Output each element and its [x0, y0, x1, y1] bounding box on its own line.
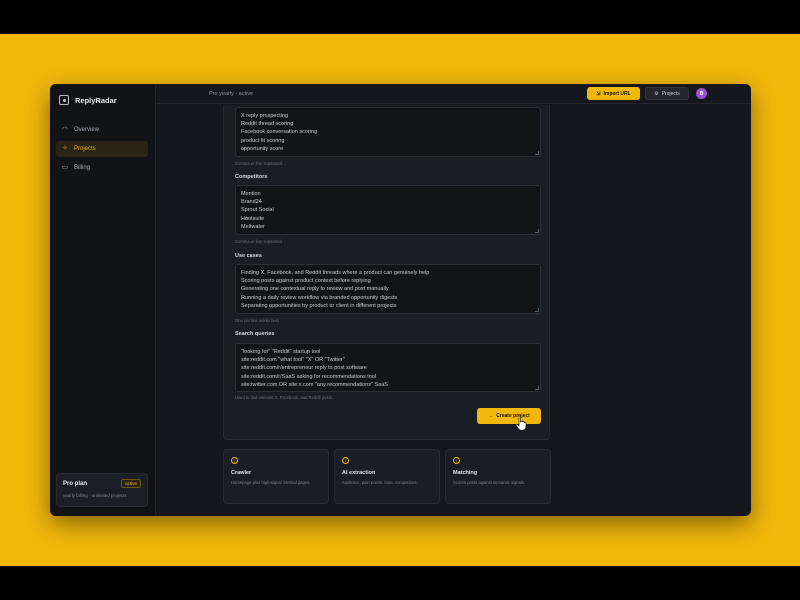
main-content: X reply prospecting Reddit thread scorin… — [157, 105, 751, 516]
use-cases-label: Use cases — [235, 253, 262, 259]
plan-card: Pro plan active yearly billing · unlimit… — [56, 473, 148, 507]
textarea-line: X reply prospecting — [241, 113, 289, 119]
textarea-line: Separating opportunities by product or c… — [241, 302, 397, 309]
search-queries-hint: Used to find relevant X, Facebook, and R… — [235, 395, 333, 400]
brand[interactable]: ReplyRadar — [59, 93, 117, 107]
competitors-textarea[interactable]: Mention Brand24 Sprout Social Hootsuite … — [235, 185, 541, 235]
plan-status: Pro yearly · active — [209, 91, 254, 97]
hand-cursor-icon — [515, 415, 527, 431]
sidebar-item-label: Billing — [74, 165, 91, 171]
feature-desc: Homepage plus high-signal internal pages… — [231, 480, 311, 485]
sidebar-item-projects[interactable]: ✧ Projects — [56, 141, 148, 157]
textarea-line: opportunity score — [241, 145, 284, 152]
plan-name: Pro plan — [63, 480, 88, 487]
target-icon: • — [231, 457, 238, 464]
textarea-line: "looking for" "Reddit" startup tool — [241, 349, 321, 355]
card-icon: ▭ — [61, 164, 69, 171]
feature-card-crawler: • Crawler Homepage plus high-signal inte… — [223, 449, 329, 504]
status-badge: active — [121, 479, 141, 488]
resize-handle[interactable] — [535, 386, 539, 390]
sidebar-item-label: Projects — [74, 146, 96, 152]
competitors-hint: Comma or line separated. — [235, 239, 284, 244]
app-window: ReplyRadar ◠ Overview ✧ Projects ▭ Billi… — [50, 84, 751, 516]
projects-label: Projects — [661, 90, 680, 97]
use-cases-hint: One per line works best. — [235, 318, 281, 323]
target-icon: • — [342, 457, 349, 464]
sidebar-item-billing[interactable]: ▭ Billing — [56, 160, 148, 176]
keywords-hint: Comma or line separated. — [235, 161, 284, 166]
import-url-button[interactable]: ⇲ Import URL — [587, 87, 640, 100]
resize-handle[interactable] — [535, 308, 539, 312]
resize-handle[interactable] — [535, 151, 539, 155]
import-url-label: Import URL — [603, 90, 631, 97]
sidebar-item-overview[interactable]: ◠ Overview — [56, 122, 148, 138]
app-name: ReplyRadar — [75, 95, 117, 105]
sidebar: ReplyRadar ◠ Overview ✧ Projects ▭ Billi… — [50, 84, 156, 516]
import-icon: ⇲ — [596, 90, 601, 97]
arrow-right-icon: → — [488, 413, 494, 419]
textarea-line: Hootsuite — [241, 215, 265, 222]
resize-handle[interactable] — [535, 229, 539, 233]
search-queries-label: Search queries — [235, 331, 275, 337]
keywords-textarea[interactable]: X reply prospecting Reddit thread scorin… — [235, 107, 541, 157]
gear-icon: ⚙ — [654, 90, 659, 97]
feature-desc: Audience, pain points, tone, competitors… — [342, 480, 418, 485]
textarea-line: Generating one contextual reply to revie… — [241, 286, 389, 293]
textarea-line: Meltwater — [241, 223, 265, 230]
textarea-line: Finding X, Facebook, and Reddit threads … — [241, 270, 430, 276]
feature-title: Matching — [453, 470, 478, 476]
create-project-button[interactable]: → Create project — [477, 408, 541, 424]
projects-icon: ✧ — [62, 145, 68, 152]
textarea-line: Sprout Social — [241, 207, 274, 214]
avatar[interactable]: B — [696, 88, 707, 99]
projects-button[interactable]: ⚙ Projects — [645, 87, 689, 100]
feature-title: Crawler — [231, 470, 252, 476]
feature-title: AI extraction — [342, 470, 376, 476]
textarea-line: Scoring posts against product context be… — [241, 278, 371, 285]
plan-details: yearly billing · unlimited projects — [63, 493, 127, 498]
textarea-line: Mention — [241, 191, 261, 197]
feature-card-ai-extraction: • AI extraction Audience, pain points, t… — [334, 449, 440, 504]
textarea-line: Facebook conversation scoring — [241, 129, 318, 136]
sidebar-nav: ◠ Overview ✧ Projects ▭ Billing — [56, 122, 148, 179]
textarea-line: Reddit thread scoring — [241, 121, 294, 128]
textarea-line: product fit scoring — [241, 137, 285, 144]
textarea-line: site:twitter.com OR site:x.com "any reco… — [241, 381, 388, 388]
textarea-line: site:reddit.com "what tool" "X" OR "Twit… — [241, 357, 345, 364]
target-icon: • — [453, 457, 460, 464]
textarea-line: Running a daily review workflow via bran… — [241, 294, 398, 301]
topbar: Pro yearly · active ⇲ Import URL ⚙ Proje… — [157, 84, 751, 104]
search-queries-textarea[interactable]: "looking for" "Reddit" startup tool site… — [235, 343, 541, 392]
textarea-line: site:reddit.com/r/SaaS asking for recomm… — [241, 373, 377, 380]
sidebar-item-label: Overview — [74, 127, 100, 133]
use-cases-textarea[interactable]: Finding X, Facebook, and Reddit threads … — [235, 264, 541, 314]
feature-desc: Scores posts against semantic signals. — [453, 480, 526, 485]
textarea-line: Brand24 — [241, 199, 262, 206]
gauge-icon: ◠ — [62, 126, 68, 133]
feature-card-matching: • Matching Scores posts against semantic… — [445, 449, 551, 504]
radar-logo-icon — [59, 95, 69, 105]
project-form: X reply prospecting Reddit thread scorin… — [223, 105, 550, 440]
competitors-label: Competitors — [235, 174, 268, 180]
textarea-line: site:reddit.com/r/entrepreneur reply to … — [241, 365, 367, 372]
